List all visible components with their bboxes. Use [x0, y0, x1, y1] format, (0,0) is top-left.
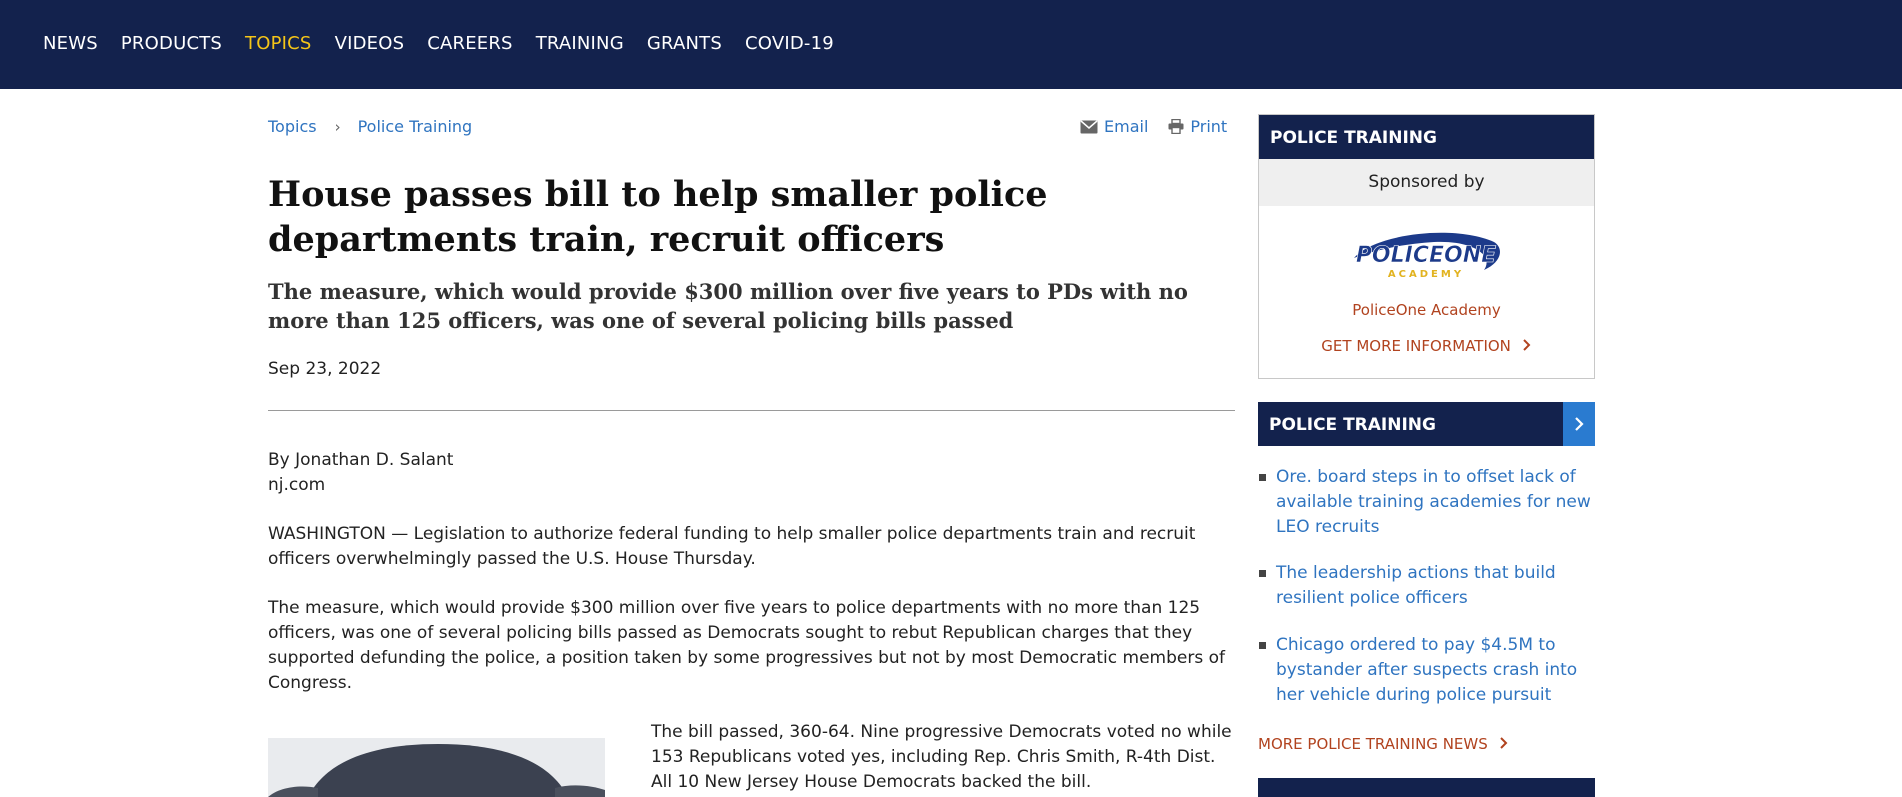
bullet-icon — [1259, 570, 1266, 577]
news-item-link[interactable]: The leadership actions that build resili… — [1276, 561, 1595, 611]
divider — [268, 410, 1235, 411]
email-label: Email — [1104, 117, 1149, 136]
sponsored-by-label: Sponsored by — [1259, 159, 1594, 206]
article-paragraph: WASHINGTON — Legislation to authorize fe… — [268, 524, 1196, 569]
nav-item-careers[interactable]: CAREERS — [427, 33, 512, 54]
bullet-icon — [1259, 642, 1266, 649]
article-photo — [268, 738, 605, 797]
sponsor-name-link[interactable]: PoliceOne Academy — [1259, 301, 1594, 319]
breadcrumb-police-training[interactable]: Police Training — [358, 117, 473, 136]
byline-source: nj.com — [268, 475, 326, 495]
breadcrumb-topics[interactable]: Topics — [268, 117, 317, 136]
sponsor-box: POLICE TRAINING Sponsored by POLICEONE A… — [1258, 114, 1595, 379]
article-byline-block: By Jonathan D. Salant nj.com — [268, 448, 453, 498]
news-item-link[interactable]: Chicago ordered to pay $4.5M to bystande… — [1276, 633, 1595, 708]
article-paragraph: The bill passed, 360-64. Nine progressiv… — [651, 722, 1232, 792]
chevron-right-icon — [1522, 339, 1531, 351]
nav-item-training[interactable]: TRAINING — [536, 33, 624, 54]
print-label: Print — [1190, 117, 1228, 136]
chevron-right-icon — [1499, 737, 1507, 749]
article-tools: Email Print — [1080, 117, 1247, 136]
breadcrumb-separator: › — [334, 117, 341, 136]
chevron-right-icon — [1575, 417, 1584, 431]
photo-cap-graphic — [268, 738, 605, 797]
news-list-item[interactable]: Chicago ordered to pay $4.5M to bystande… — [1258, 633, 1595, 708]
sponsor-box-title: POLICE TRAINING — [1259, 115, 1594, 159]
more-news-link[interactable]: MORE POLICE TRAINING NEWS — [1258, 735, 1509, 753]
news-box-more-button[interactable] — [1563, 402, 1595, 446]
nav-item-videos[interactable]: VIDEOS — [335, 33, 405, 54]
sponsor-logo[interactable]: POLICEONE ACADEMY — [1259, 206, 1594, 301]
svg-text:ACADEMY: ACADEMY — [1388, 269, 1464, 280]
news-list-item[interactable]: Ore. board steps in to offset lack of av… — [1258, 465, 1595, 540]
printer-icon — [1168, 119, 1184, 134]
next-sidebar-box-header — [1258, 778, 1595, 797]
policeone-academy-logo: POLICEONE ACADEMY — [1354, 232, 1500, 280]
main-nav: NEWS PRODUCTS TOPICS VIDEOS CAREERS TRAI… — [43, 33, 857, 54]
nav-item-grants[interactable]: GRANTS — [647, 33, 722, 54]
nav-item-news[interactable]: NEWS — [43, 33, 98, 54]
article-paragraph: The measure, which would provide $300 mi… — [268, 598, 1225, 693]
nav-item-topics[interactable]: TOPICS — [245, 33, 312, 54]
nav-item-covid[interactable]: COVID-19 — [745, 33, 834, 54]
envelope-icon — [1080, 119, 1098, 133]
bullet-icon — [1259, 474, 1266, 481]
news-list-item[interactable]: The leadership actions that build resili… — [1258, 561, 1595, 611]
email-button[interactable]: Email — [1080, 117, 1148, 136]
news-box-title-bar: POLICE TRAINING — [1258, 402, 1595, 446]
svg-text:POLICEONE: POLICEONE — [1356, 243, 1496, 268]
more-news-label: MORE POLICE TRAINING NEWS — [1258, 735, 1488, 753]
news-box-title: POLICE TRAINING — [1269, 415, 1436, 435]
nav-item-products[interactable]: PRODUCTS — [121, 33, 222, 54]
article-date: Sep 23, 2022 — [268, 359, 382, 379]
news-item-link[interactable]: Ore. board steps in to offset lack of av… — [1276, 465, 1595, 540]
print-button[interactable]: Print — [1168, 117, 1227, 136]
get-more-info-link[interactable]: GET MORE INFORMATION — [1259, 337, 1594, 355]
article-headline: House passes bill to help smaller police… — [268, 174, 1048, 260]
byline-author: By Jonathan D. Salant — [268, 450, 454, 470]
get-more-info-label: GET MORE INFORMATION — [1321, 337, 1511, 355]
breadcrumb: Topics › Police Training — [268, 117, 472, 136]
top-nav-bar: NEWS PRODUCTS TOPICS VIDEOS CAREERS TRAI… — [0, 0, 1902, 89]
article-dek: The measure, which would provide $300 mi… — [268, 279, 1188, 333]
